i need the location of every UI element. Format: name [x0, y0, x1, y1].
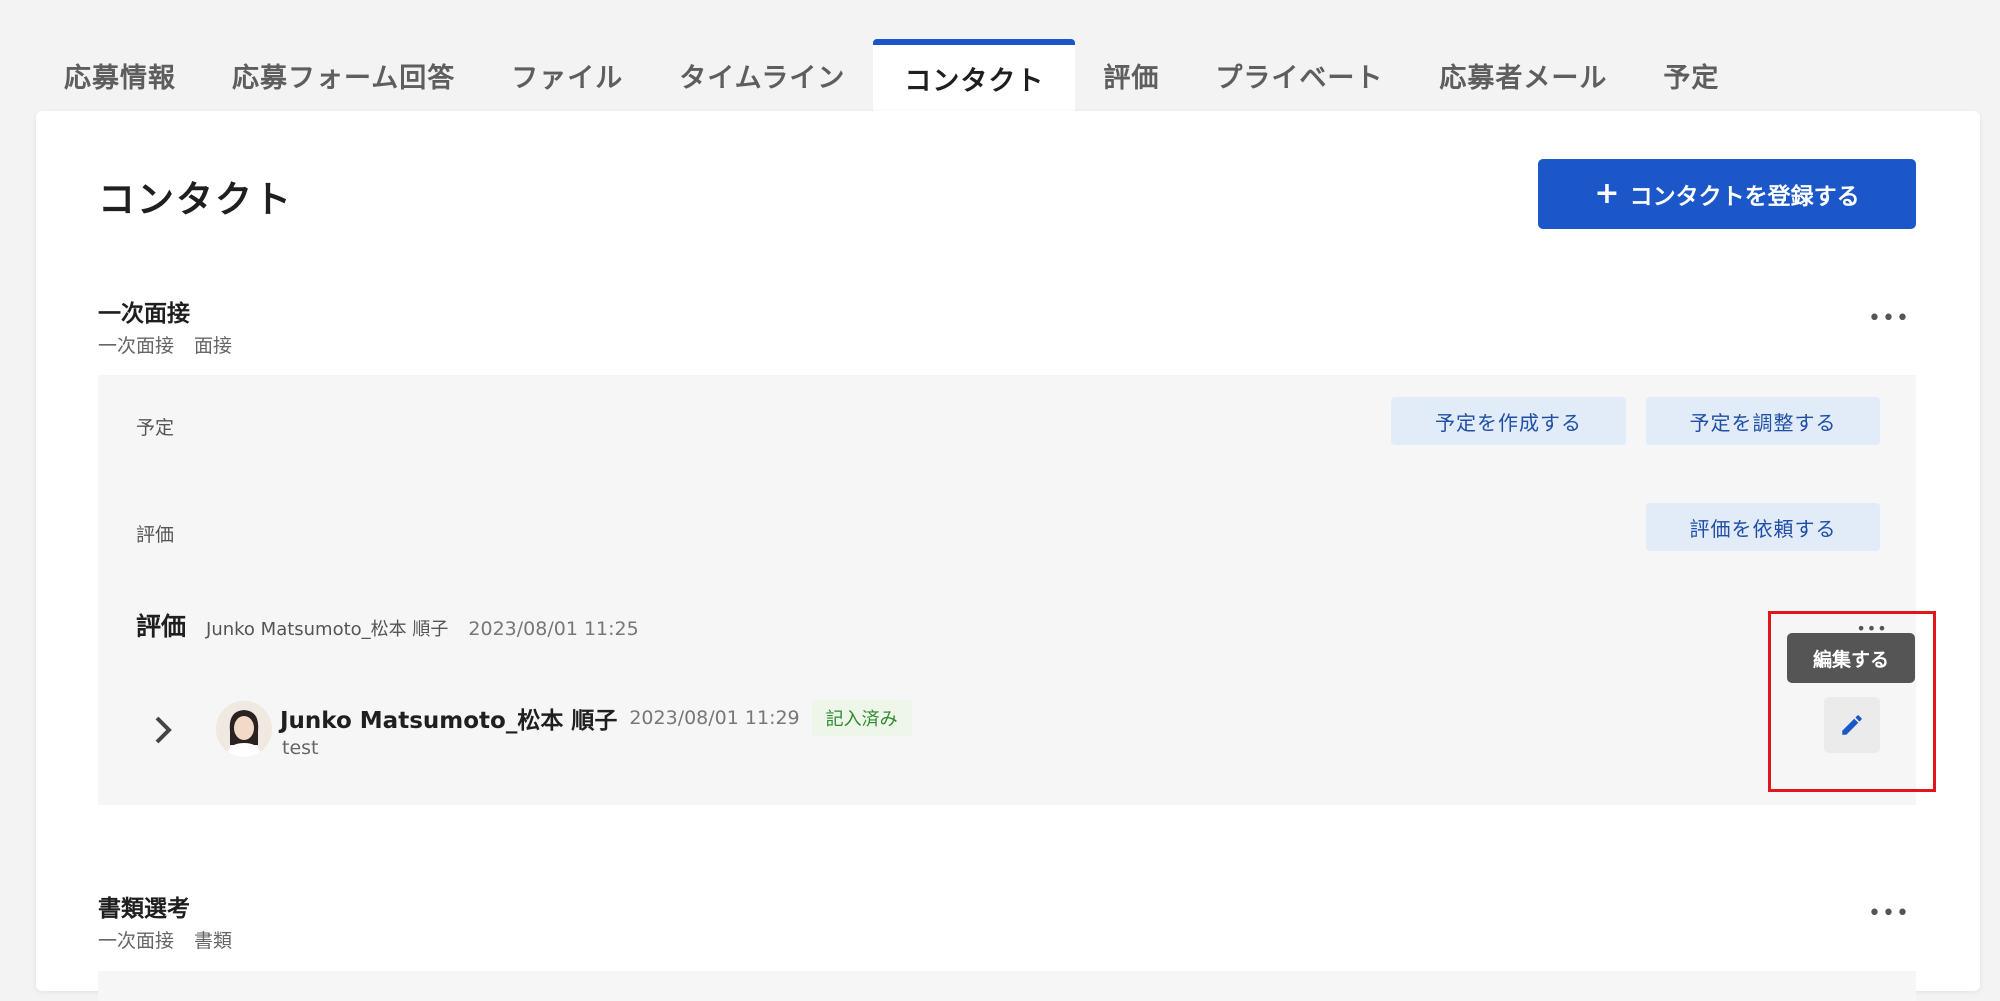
section-title: 書類選考 [98, 896, 190, 922]
entry-comment: test [282, 737, 319, 759]
section-type: 書類 [194, 930, 233, 952]
tab-files[interactable]: ファイル [483, 39, 651, 111]
section-stage: 一次面接 [98, 930, 175, 952]
tab-application-info[interactable]: 応募情報 [36, 39, 204, 111]
evaluation-label: 評価 [136, 524, 175, 546]
tab-form-answers[interactable]: 応募フォーム回答 [204, 39, 483, 111]
section-panel [98, 971, 1916, 1001]
tab-applicant-mail[interactable]: 応募者メール [1411, 39, 1635, 111]
add-contact-label: コンタクトを登録する [1629, 184, 1860, 210]
evaluation-header: 評価 Junko Matsumoto_松本 順子 2023/08/01 11:2… [136, 607, 639, 643]
evaluation-requester: Junko Matsumoto_松本 順子 [206, 619, 449, 640]
plus-icon: + [1594, 176, 1620, 211]
tab-bar: 応募情報 応募フォーム回答 ファイル タイムライン コンタクト 評価 プライベー… [36, 39, 1747, 111]
section-title: 一次面接 [98, 301, 190, 327]
evaluation-heading: 評価 [136, 612, 187, 641]
create-schedule-button[interactable]: 予定を作成する [1391, 397, 1626, 445]
section-stage: 一次面接 [98, 335, 175, 357]
evaluation-timestamp: 2023/08/01 11:25 [468, 618, 639, 640]
section-subtitle: 一次面接 面接 [98, 331, 232, 358]
avatar [216, 701, 272, 757]
page-title: コンタクト [98, 178, 293, 221]
adjust-schedule-button[interactable]: 予定を調整する [1646, 397, 1880, 445]
entry-timestamp: 2023/08/01 11:29 [629, 707, 800, 729]
more-options-icon[interactable]: ••• [1868, 903, 1909, 934]
evaluation-entry: Junko Matsumoto_松本 順子 2023/08/01 11:29 記… [280, 700, 912, 736]
request-evaluation-button[interactable]: 評価を依頼する [1646, 503, 1880, 551]
section-subtitle: 一次面接 書類 [98, 926, 232, 953]
schedule-label: 予定 [136, 417, 175, 439]
highlight-box [1768, 611, 1936, 792]
section-type: 面接 [194, 335, 233, 357]
more-options-icon[interactable]: ••• [1868, 308, 1909, 339]
tab-private[interactable]: プライベート [1187, 39, 1411, 111]
tab-schedule[interactable]: 予定 [1635, 39, 1747, 111]
tab-contact[interactable]: コンタクト [873, 39, 1076, 111]
section-panel: 予定 予定を作成する 予定を調整する 評価 評価を依頼する 評価 Junko M… [98, 375, 1916, 805]
status-badge: 記入済み [811, 700, 912, 736]
evaluator-name: Junko Matsumoto_松本 順子 [280, 708, 618, 734]
tab-evaluation[interactable]: 評価 [1075, 39, 1187, 111]
tab-timeline[interactable]: タイムライン [651, 39, 873, 111]
add-contact-button[interactable]: + コンタクトを登録する [1538, 159, 1916, 229]
contact-card: コンタクト + コンタクトを登録する 一次面接 一次面接 面接 ••• 予定 予… [36, 111, 1980, 1001]
chevron-right-icon[interactable] [148, 715, 178, 745]
